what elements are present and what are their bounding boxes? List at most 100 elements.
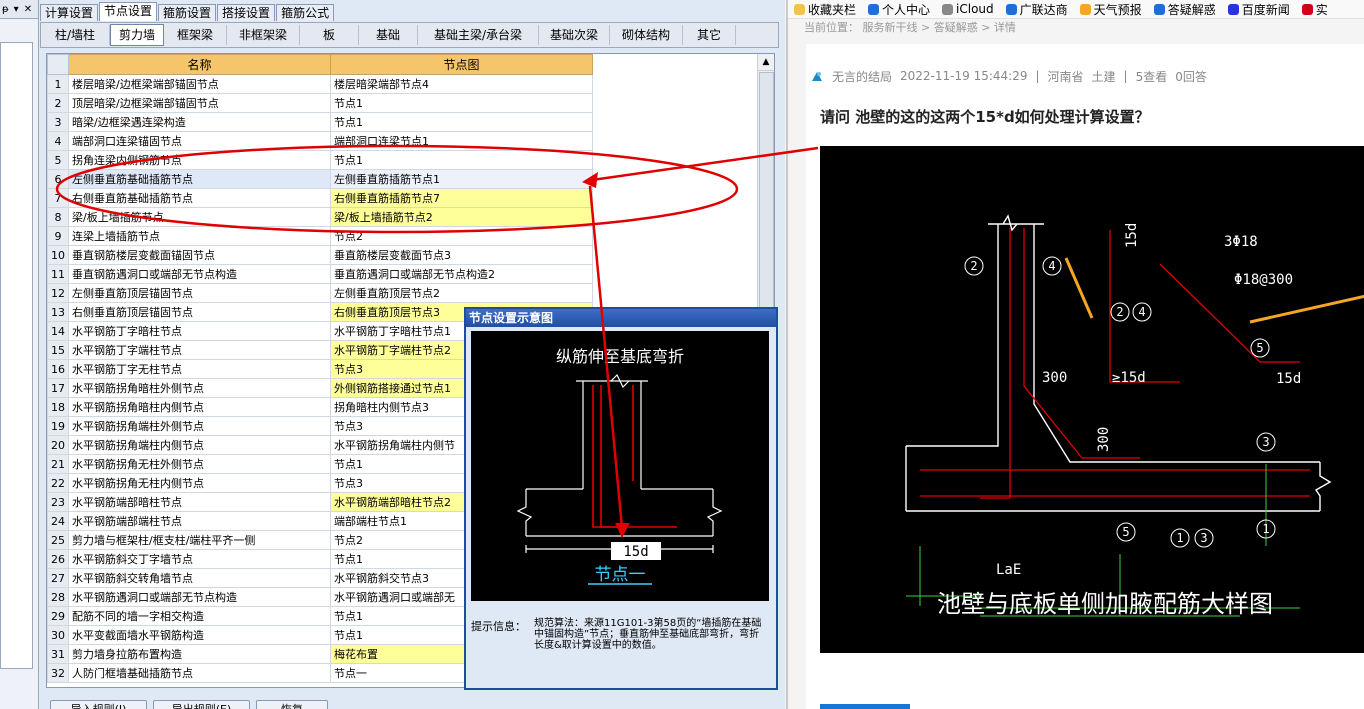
bookmarks-bar: 收藏夹栏 个人中心 iCloud 广联达商 天气预报 答疑解惑 百度新闻 实 (788, 0, 1364, 19)
table-row[interactable]: 1 楼层暗梁/边框梁端部锚固节点 楼层暗梁端部节点4 (47, 74, 593, 94)
table-row[interactable]: 12 左侧垂直筋顶层锚固节点 左侧垂直筋顶层节点2 (47, 283, 593, 303)
export-rules-button[interactable]: 导出规则(E) (153, 700, 250, 709)
table-row[interactable]: 5 拐角连梁内侧钢筋节点 节点1 (47, 150, 593, 170)
row-name[interactable]: 顶层暗梁/边框梁端部锚固节点 (68, 93, 331, 113)
row-name[interactable]: 水平钢筋端部暗柱节点 (68, 492, 331, 512)
row-name[interactable]: 水平变截面墙水平钢筋构造 (68, 625, 331, 645)
tab-foundation-secondary-beam[interactable]: 基础次梁 (539, 25, 610, 45)
red-icon (1301, 3, 1313, 15)
table-row[interactable]: 4 端部洞口连梁锚固节点 端部洞口连梁节点1 (47, 131, 593, 151)
tab-stirrup-formula[interactable]: 箍筋公式 (276, 4, 335, 21)
bookmark-item[interactable]: 百度新闻 (1227, 1, 1290, 18)
row-node-figure[interactable]: 楼层暗梁端部节点4 (330, 74, 593, 94)
row-name[interactable]: 垂直钢筋遇洞口或端部无节点构造 (68, 264, 331, 284)
tab-masonry[interactable]: 砌体结构 (610, 25, 683, 45)
row-node-figure[interactable]: 梁/板上墙插筋节点2 (330, 207, 593, 227)
tab-nonframe-beam[interactable]: 非框架梁 (227, 25, 300, 45)
tab-shear-wall[interactable]: 剪力墙 (110, 24, 164, 46)
row-node-figure[interactable]: 垂直筋遇洞口或端部无节点构造2 (330, 264, 593, 284)
row-node-figure[interactable]: 左侧垂直筋插筋节点1 (330, 169, 593, 189)
row-name[interactable]: 端部洞口连梁锚固节点 (68, 131, 331, 151)
import-rules-button[interactable]: 导入规则(I) (50, 700, 147, 709)
bookmark-item[interactable]: iCloud (942, 2, 994, 16)
bookmark-item[interactable]: 收藏夹栏 (794, 1, 856, 18)
row-name[interactable]: 水平钢筋拐角暗柱内侧节点 (68, 397, 331, 417)
row-name[interactable]: 水平钢筋拐角端柱内侧节点 (68, 435, 331, 455)
tab-calc-settings[interactable]: 计算设置 (40, 4, 99, 21)
close-icon[interactable]: ✕ (24, 4, 32, 15)
callout-1: 1 (1262, 522, 1269, 536)
tab-node-settings[interactable]: 节点设置 (99, 2, 158, 21)
row-node-figure[interactable]: 右侧垂直筋插筋节点7 (330, 188, 593, 208)
row-name[interactable]: 水平钢筋斜交转角墙节点 (68, 568, 331, 588)
row-name[interactable]: 水平钢筋端部端柱节点 (68, 511, 331, 531)
row-name[interactable]: 连梁上墙插筋节点 (68, 226, 331, 246)
row-name[interactable]: 水平钢筋丁字端柱节点 (68, 340, 331, 360)
tab-foundation[interactable]: 基础 (359, 25, 418, 45)
side-panel-content (0, 42, 33, 669)
row-name[interactable]: 右侧垂直筋顶层锚固节点 (68, 302, 331, 322)
bookmark-item[interactable]: 实 (1301, 1, 1328, 18)
bookmark-item[interactable]: 答疑解惑 (1153, 1, 1216, 18)
tab-lap-settings[interactable]: 搭接设置 (217, 4, 276, 21)
row-name[interactable]: 人防门框墙基础插筋节点 (68, 663, 331, 683)
meta-separator: | (1035, 69, 1040, 83)
row-node-figure[interactable]: 节点2 (330, 226, 593, 246)
row-node-figure[interactable]: 节点1 (330, 93, 593, 113)
row-node-figure[interactable]: 节点1 (330, 150, 593, 170)
tab-slab[interactable]: 板 (300, 25, 359, 45)
tab-foundation-main-beam[interactable]: 基础主梁/承台梁 (418, 25, 539, 45)
tab-frame-beam[interactable]: 框架梁 (164, 25, 227, 45)
popup-title: 节点设置示意图 (466, 309, 776, 327)
row-name[interactable]: 梁/板上墙插筋节点 (68, 207, 331, 227)
scroll-up-icon[interactable]: ▲ (758, 54, 774, 71)
bookmark-item[interactable]: 个人中心 (868, 1, 930, 18)
author-name[interactable]: 无言的结局 (832, 68, 892, 85)
tab-stirrup-settings[interactable]: 箍筋设置 (158, 4, 217, 21)
question-image[interactable]: 2 4 2 4 5 3 5 1 3 1 15d ≥15d 15d 3Φ18 Φ1… (820, 146, 1364, 653)
row-node-figure[interactable]: 垂直筋楼层变截面节点3 (330, 245, 593, 265)
bookmark-item[interactable]: 广联达商 (1005, 1, 1068, 18)
row-name[interactable]: 垂直钢筋楼层变截面锚固节点 (68, 245, 331, 265)
row-name[interactable]: 水平钢筋斜交丁字墙节点 (68, 549, 331, 569)
bookmark-label: 个人中心 (882, 2, 931, 17)
answer-button[interactable] (820, 704, 910, 709)
row-name[interactable]: 拐角连梁内侧钢筋节点 (68, 150, 331, 170)
table-row[interactable]: 9 连梁上墙插筋节点 节点2 (47, 226, 593, 246)
row-name[interactable]: 剪力墙与框架柱/框支柱/端柱平齐一侧 (68, 530, 331, 550)
row-name[interactable]: 左侧垂直筋基础插筋节点 (68, 169, 331, 189)
table-row[interactable]: 6 左侧垂直筋基础插筋节点 左侧垂直筋插筋节点1 (47, 169, 593, 189)
table-row[interactable]: 8 梁/板上墙插筋节点 梁/板上墙插筋节点2 (47, 207, 593, 227)
row-name[interactable]: 水平钢筋丁字无柱节点 (68, 359, 331, 379)
row-name[interactable]: 配筋不同的墙一字相交构造 (68, 606, 331, 626)
row-name[interactable]: 水平钢筋拐角无柱内侧节点 (68, 473, 331, 493)
row-number: 21 (47, 454, 69, 474)
row-number: 15 (47, 340, 69, 360)
row-name[interactable]: 右侧垂直筋基础插筋节点 (68, 188, 331, 208)
dim-300-horizontal: 300 (1042, 370, 1067, 386)
table-row[interactable]: 10 垂直钢筋楼层变截面锚固节点 垂直筋楼层变截面节点3 (47, 245, 593, 265)
row-name[interactable]: 水平钢筋遇洞口或端部无节点构造 (68, 587, 331, 607)
table-row[interactable]: 3 暗梁/边框梁遇连梁构造 节点1 (47, 112, 593, 132)
row-name[interactable]: 楼层暗梁/边框梁端部锚固节点 (68, 74, 331, 94)
row-node-figure[interactable]: 节点1 (330, 112, 593, 132)
bookmark-item[interactable]: 天气预报 (1079, 1, 1142, 18)
row-node-figure[interactable]: 左侧垂直筋顶层节点2 (330, 283, 593, 303)
table-row[interactable]: 11 垂直钢筋遇洞口或端部无节点构造 垂直筋遇洞口或端部无节点构造2 (47, 264, 593, 284)
row-node-figure[interactable]: 端部洞口连梁节点1 (330, 131, 593, 151)
bookmark-label: 广联达商 (1019, 2, 1068, 17)
tab-other[interactable]: 其它 (683, 25, 736, 45)
table-row[interactable]: 2 顶层暗梁/边框梁端部锚固节点 节点1 (47, 93, 593, 113)
row-name[interactable]: 暗梁/边框梁遇连梁构造 (68, 112, 331, 132)
row-name[interactable]: 水平钢筋拐角无柱外侧节点 (68, 454, 331, 474)
row-name[interactable]: 水平钢筋拐角暗柱外侧节点 (68, 378, 331, 398)
row-name[interactable]: 剪力墙身拉筋布置构造 (68, 644, 331, 664)
row-name[interactable]: 水平钢筋丁字暗柱节点 (68, 321, 331, 341)
tab-column[interactable]: 柱/墙柱 (41, 25, 110, 45)
restore-button[interactable]: 恢复 (256, 700, 328, 709)
rebar-lines (920, 228, 1310, 499)
table-row[interactable]: 7 右侧垂直筋基础插筋节点 右侧垂直筋插筋节点7 (47, 188, 593, 208)
row-name[interactable]: 水平钢筋拐角端柱外侧节点 (68, 416, 331, 436)
row-name[interactable]: 左侧垂直筋顶层锚固节点 (68, 283, 331, 303)
pin-icon[interactable]: ▾ (14, 4, 19, 15)
